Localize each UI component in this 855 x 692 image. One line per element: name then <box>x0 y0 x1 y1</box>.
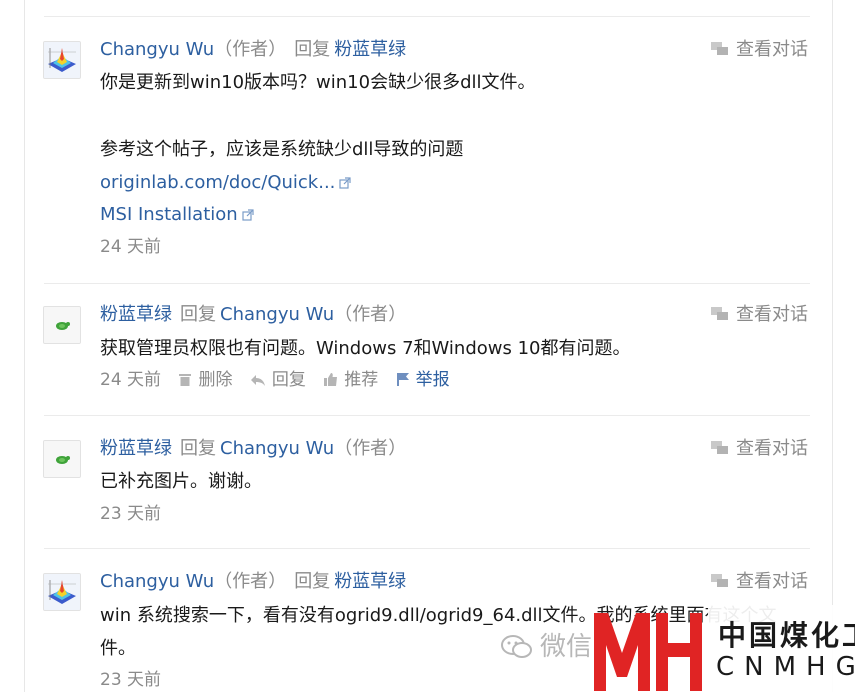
view-conversation-button[interactable]: 查看对话 <box>710 302 808 328</box>
green-turtle-avatar-icon <box>44 307 80 343</box>
view-conversation-button[interactable]: 查看对话 <box>710 37 808 63</box>
reply-to-tag: （作者） <box>334 438 407 459</box>
link-originlab[interactable]: originlab.com/doc/Quick... <box>100 170 352 196</box>
recommend-button[interactable]: 推荐 <box>323 370 378 390</box>
wechat-icon <box>501 635 532 658</box>
brand-name-cn: 中国煤化工 <box>718 619 855 652</box>
divider <box>44 548 810 549</box>
external-link-icon <box>339 177 352 189</box>
surface-plot-avatar-icon <box>44 42 80 78</box>
divider <box>44 415 810 416</box>
thumbs-up-icon <box>324 373 338 386</box>
reply-word: 回复 <box>180 438 216 459</box>
view-conversation-button[interactable]: 查看对话 <box>710 569 808 595</box>
comment-text: 参考这个帖子，应该是系统缺少dll导致的问题 <box>100 139 464 160</box>
author-tag: （作者） <box>214 571 287 592</box>
surface-plot-avatar-icon <box>44 574 80 610</box>
comment-actions: 24 天前 删除 回复 推荐 举报 <box>100 368 450 392</box>
reply-word: 回复 <box>294 39 331 60</box>
comment-header: Changyu Wu（作者） 回复 粉蓝草绿 <box>100 569 406 595</box>
reply-to-name[interactable]: Changyu Wu <box>220 304 334 325</box>
link-msi-installation[interactable]: MSI Installation <box>100 202 254 228</box>
reply-word: 回复 <box>180 304 216 325</box>
conversation-icon <box>711 574 728 587</box>
avatar[interactable] <box>43 306 81 344</box>
comment-header: Changyu Wu（作者） 回复 粉蓝草绿 <box>100 37 406 63</box>
timestamp: 24 天前 <box>100 370 162 390</box>
avatar[interactable] <box>43 440 81 478</box>
comment-text: 获取管理员权限也有问题。Windows 7和Windows 10都有问题。 <box>100 338 631 359</box>
reply-to-name[interactable]: 粉蓝草绿 <box>334 39 406 60</box>
avatar[interactable] <box>43 573 81 611</box>
green-turtle-avatar-icon <box>44 441 80 477</box>
reply-to-name[interactable]: 粉蓝草绿 <box>334 571 406 592</box>
wechat-watermark: 微信 <box>500 626 592 663</box>
comment-text: 件。 <box>100 638 136 659</box>
comment-header: 粉蓝草绿 回复 Changyu Wu（作者） <box>100 302 406 328</box>
author-tag: （作者） <box>214 39 287 60</box>
external-link-icon <box>242 209 254 221</box>
timestamp: 24 天前 <box>100 237 162 257</box>
author-name[interactable]: Changyu Wu <box>100 39 214 60</box>
conversation-icon <box>711 307 728 320</box>
conversation-icon <box>711 42 728 55</box>
author-name[interactable]: Changyu Wu <box>100 571 214 592</box>
timestamp: 23 天前 <box>100 670 162 690</box>
flag-icon <box>396 373 409 386</box>
comment-text: 已补充图片。谢谢。 <box>100 471 262 492</box>
reply-button[interactable]: 回复 <box>250 370 306 390</box>
comment-header: 粉蓝草绿 回复 Changyu Wu（作者） <box>100 436 406 462</box>
avatar[interactable] <box>43 41 81 79</box>
timestamp: 23 天前 <box>100 504 162 524</box>
reply-icon <box>250 375 265 386</box>
reply-to-tag: （作者） <box>334 304 407 325</box>
delete-button[interactable]: 删除 <box>178 370 232 390</box>
report-button[interactable]: 举报 <box>396 370 450 390</box>
author-name[interactable]: 粉蓝草绿 <box>100 304 172 325</box>
divider <box>44 283 810 284</box>
author-name[interactable]: 粉蓝草绿 <box>100 438 172 459</box>
comment-text: 你是更新到win10版本吗？win10会缺少很多dll文件。 <box>100 72 536 93</box>
reply-word: 回复 <box>294 571 331 592</box>
divider <box>44 16 810 17</box>
brand-name-en: CNMHG <box>716 652 855 682</box>
trash-icon <box>179 374 192 386</box>
reply-to-name[interactable]: Changyu Wu <box>220 438 334 459</box>
view-conversation-button[interactable]: 查看对话 <box>710 436 808 462</box>
conversation-icon <box>711 441 728 454</box>
